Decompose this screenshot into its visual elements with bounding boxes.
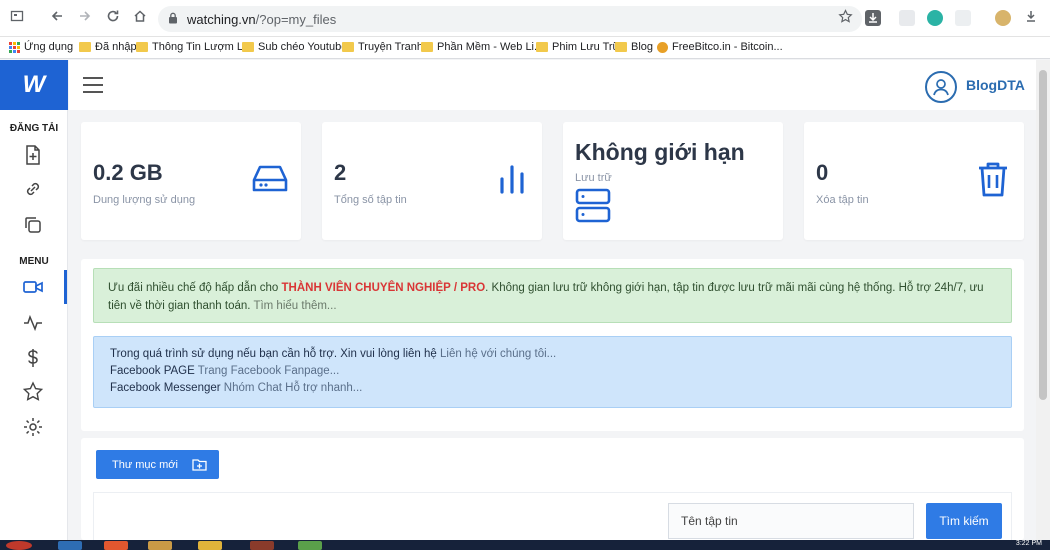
- hamburger-menu-icon[interactable]: [83, 77, 103, 93]
- sidebar-heading-menu: MENU: [19, 256, 49, 267]
- pro-member-alert: Ưu đãi nhiều chế độ hấp dẫn cho THÀNH VI…: [93, 268, 1012, 323]
- stat-card-storage-limit: Không giới hạn Lưu trữ: [563, 122, 783, 240]
- stat-card-storage-used: 0.2 GB Dung lượng sử dụng: [81, 122, 301, 240]
- grammar-extension-icon[interactable]: [927, 10, 943, 26]
- bookmark-apps[interactable]: Ứng dụng: [9, 41, 73, 53]
- support-line: Facebook Messenger Nhóm Chat Hỗ trợ nhan…: [110, 382, 363, 394]
- contact-us-link[interactable]: Liên hệ với chúng tôi...: [440, 348, 556, 360]
- bookmark-folder[interactable]: Thông Tin Lượm Lặt: [136, 41, 252, 53]
- taskbar-app-icon[interactable]: [58, 541, 82, 550]
- video-icon[interactable]: [22, 276, 44, 298]
- support-line: Facebook PAGE Trang Facebook Fanpage...: [110, 365, 340, 377]
- folder-icon: [79, 42, 91, 52]
- files-panel: Thư mục mới Tên tập tin Tìm kiếm: [81, 438, 1024, 540]
- folder-icon: [421, 42, 433, 52]
- star-icon[interactable]: [22, 381, 44, 403]
- user-avatar-icon[interactable]: [925, 71, 957, 103]
- bookmark-folder[interactable]: Blog: [615, 41, 653, 53]
- bookmark-folder[interactable]: Đã nhập: [79, 41, 137, 53]
- hard-drive-icon: [252, 165, 288, 192]
- profile-avatar-icon[interactable]: [995, 10, 1011, 26]
- page-scrollbar[interactable]: [1036, 60, 1050, 540]
- username[interactable]: BlogDTA: [966, 77, 1025, 93]
- stat-label: Dung lượng sử dụng: [93, 194, 196, 206]
- learn-more-link[interactable]: Tìm hiểu thêm...: [253, 300, 336, 312]
- lock-icon: [169, 12, 177, 24]
- tab-icon[interactable]: [8, 9, 26, 27]
- server-icon: [575, 188, 611, 223]
- reload-icon[interactable]: [104, 9, 122, 27]
- bookmark-star-icon[interactable]: [836, 9, 854, 27]
- bitcoin-icon: [657, 41, 668, 53]
- new-folder-button[interactable]: Thư mục mới: [96, 450, 219, 479]
- address-bar[interactable]: watching.vn/?op=my_files: [158, 6, 862, 32]
- scrollbar-thumb[interactable]: [1039, 70, 1047, 400]
- home-icon[interactable]: [131, 9, 149, 27]
- link-icon[interactable]: [22, 178, 44, 200]
- taskbar-app-icon[interactable]: [198, 541, 222, 550]
- stat-label: Xóa tập tin: [816, 194, 869, 206]
- folder-icon: [136, 42, 148, 52]
- sidebar-active-indicator: [64, 270, 67, 304]
- folder-plus-icon: [192, 459, 207, 471]
- stat-card-deleted-files: 0 Xóa tập tin: [804, 122, 1024, 240]
- leaf-extension-icon[interactable]: [955, 10, 971, 26]
- taskbar-app-icon[interactable]: [148, 541, 172, 550]
- apps-grid-icon: [9, 41, 20, 53]
- app-header: BlogDTA: [69, 60, 1036, 110]
- support-alert: Trong quá trình sử dụng nếu bạn cần hỗ t…: [93, 336, 1012, 408]
- taskbar-clock: 3:22 PM: [1015, 540, 1042, 547]
- pro-membership-link[interactable]: THÀNH VIÊN CHUYÊN NGHIỆP / PRO: [282, 282, 486, 294]
- trash-icon: [979, 162, 1007, 197]
- dollar-icon[interactable]: [22, 347, 44, 369]
- stat-value: 0: [816, 160, 829, 185]
- forward-arrow-icon[interactable]: [76, 9, 94, 27]
- stat-value: 2: [334, 160, 347, 185]
- sidebar-heading-upload: ĐĂNG TẢI: [9, 123, 59, 134]
- stat-label: Lưu trữ: [575, 172, 612, 184]
- start-button-icon[interactable]: [6, 541, 32, 550]
- stat-label: Tổng số tập tin: [334, 194, 407, 206]
- taskbar-app-icon[interactable]: [104, 541, 128, 550]
- taskbar-app-icon[interactable]: [250, 541, 274, 550]
- app-logo[interactable]: W: [0, 60, 68, 110]
- facebook-fanpage-link[interactable]: Trang Facebook Fanpage...: [198, 365, 340, 377]
- activity-icon[interactable]: [22, 312, 44, 334]
- bookmark-folder[interactable]: Sub chéo Youtube: [242, 41, 347, 53]
- taskbar-app-icon[interactable]: [298, 541, 322, 550]
- file-plus-icon[interactable]: [22, 144, 44, 166]
- file-search-row: Tên tập tin Tìm kiếm: [93, 492, 1012, 540]
- bookmark-folder[interactable]: Phần Mềm - Web Li...: [421, 41, 543, 53]
- download-extension-icon[interactable]: [865, 10, 881, 26]
- settings-gear-icon[interactable]: [22, 416, 44, 438]
- file-name-search-input[interactable]: Tên tập tin: [668, 503, 914, 539]
- bookmark-folder[interactable]: Phim Lưu Trữ: [536, 41, 620, 53]
- back-arrow-icon[interactable]: [48, 9, 66, 27]
- bookmark-folder[interactable]: Truyện Tranh: [342, 41, 423, 53]
- notice-panel: Ưu đãi nhiều chế độ hấp dẫn cho THÀNH VI…: [81, 259, 1024, 431]
- url-text: watching.vn/?op=my_files: [187, 12, 337, 27]
- folder-icon: [242, 42, 254, 52]
- pocket-extension-icon[interactable]: [899, 10, 915, 26]
- os-taskbar: 3:22 PM: [0, 540, 1050, 550]
- copy-icon[interactable]: [22, 214, 44, 236]
- search-button[interactable]: Tìm kiếm: [926, 503, 1002, 539]
- folder-icon: [342, 42, 354, 52]
- bookmarks-bar: Ứng dụng Đã nhập Thông Tin Lượm Lặt Sub …: [0, 37, 1050, 59]
- stat-card-total-files: 2 Tổng số tập tin: [322, 122, 542, 240]
- bookmark-freebitco[interactable]: FreeBitco.in - Bitcoin...: [657, 41, 783, 53]
- messenger-group-link[interactable]: Nhóm Chat Hỗ trợ nhanh...: [224, 382, 363, 394]
- browser-toolbar: watching.vn/?op=my_files: [0, 0, 1050, 37]
- download-arrow-icon[interactable]: [1022, 9, 1040, 27]
- support-line: Trong quá trình sử dụng nếu bạn cần hỗ t…: [110, 348, 557, 360]
- bar-chart-icon: [500, 165, 524, 194]
- stat-value: Không giới hạn: [575, 139, 745, 165]
- sidebar: W ĐĂNG TẢI MENU: [0, 60, 68, 540]
- stat-value: 0.2 GB: [93, 160, 163, 185]
- folder-icon: [536, 42, 548, 52]
- folder-icon: [615, 42, 627, 52]
